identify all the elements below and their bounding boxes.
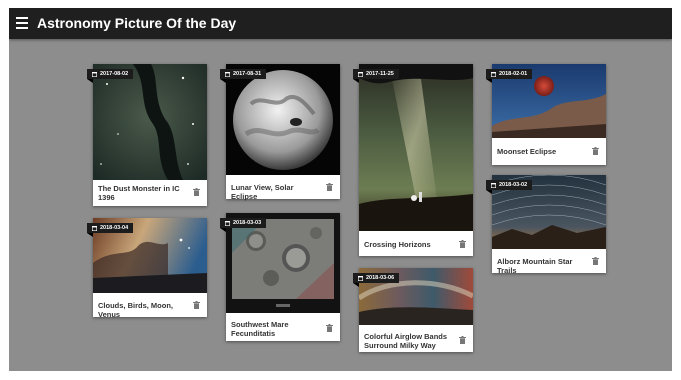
date-label: 2018-03-04 [100,225,129,231]
apod-title: Alborz Mountain Star Trails [497,257,573,275]
apod-card[interactable]: 2018-03-03 Southwest Mare Fecunditatis [220,213,340,341]
apod-image[interactable] [93,64,207,180]
calendar-icon [92,225,97,231]
date-badge: 2018-02-01 [486,69,533,83]
date-badge: 2018-03-02 [486,180,533,194]
trash-icon[interactable] [459,240,466,248]
apod-card[interactable]: 2018-03-06 Colorful Airglow Bands Surrou… [353,268,473,352]
date-label: 2018-03-02 [499,182,528,188]
calendar-icon [358,275,363,281]
apod-card[interactable]: 2018-02-01 Moonset Eclipse [486,64,606,165]
trash-icon[interactable] [193,301,200,309]
trash-icon[interactable] [193,188,200,196]
date-badge: 2018-03-03 [220,218,267,232]
app-window: Astronomy Picture Of the Day 2017-08-02 [9,8,672,371]
calendar-icon [225,220,230,226]
trash-icon[interactable] [326,183,333,191]
apod-image[interactable] [226,64,340,175]
apod-card[interactable]: 2018-03-02 Alborz Mountain Star Trails [486,175,606,275]
trash-icon[interactable] [592,147,599,155]
date-label: 2018-03-06 [366,275,395,281]
trash-icon[interactable] [459,336,466,344]
top-app-bar: Astronomy Picture Of the Day [9,8,672,39]
apod-image[interactable] [359,64,473,231]
apod-title: Colorful Airglow Bands Surround Milky Wa… [364,332,448,350]
trash-icon[interactable] [326,324,333,332]
date-badge: 2017-08-31 [220,69,267,83]
date-label: 2018-02-01 [499,71,528,77]
apod-card[interactable]: 2017-11-25 Crossing Horizons [353,64,473,256]
page-title: Astronomy Picture Of the Day [37,15,237,31]
apod-card[interactable]: 2018-03-04 Clouds, Birds, Moon, Venus [87,218,207,319]
calendar-icon [225,71,230,77]
apod-title: Southwest Mare Fecunditatis [231,320,289,338]
apod-title: Crossing Horizons [364,240,431,249]
apod-card[interactable]: 2017-08-31 Lunar View, Solar Eclipse [220,64,340,201]
apod-title: Clouds, Birds, Moon, Venus [98,301,173,319]
apod-card[interactable]: 2017-08-02 The Dust Monster in IC 1396 [87,64,207,206]
date-label: 2018-03-03 [233,220,262,226]
date-badge: 2018-03-06 [353,273,400,287]
calendar-icon [358,71,363,77]
date-label: 2017-08-02 [100,71,129,77]
date-badge: 2017-11-25 [353,69,399,83]
apod-title: Moonset Eclipse [497,147,557,156]
calendar-icon [491,182,496,188]
date-badge: 2018-03-04 [87,223,134,237]
date-label: 2017-08-31 [233,71,262,77]
date-label: 2017-11-25 [366,71,394,77]
calendar-icon [92,71,97,77]
apod-title: Lunar View, Solar Eclipse [231,183,294,201]
menu-icon[interactable] [16,17,28,30]
apod-image[interactable] [226,213,340,313]
calendar-icon [491,71,496,77]
trash-icon[interactable] [592,257,599,265]
date-badge: 2017-08-02 [87,69,134,83]
apod-title: The Dust Monster in IC 1396 [98,184,180,202]
